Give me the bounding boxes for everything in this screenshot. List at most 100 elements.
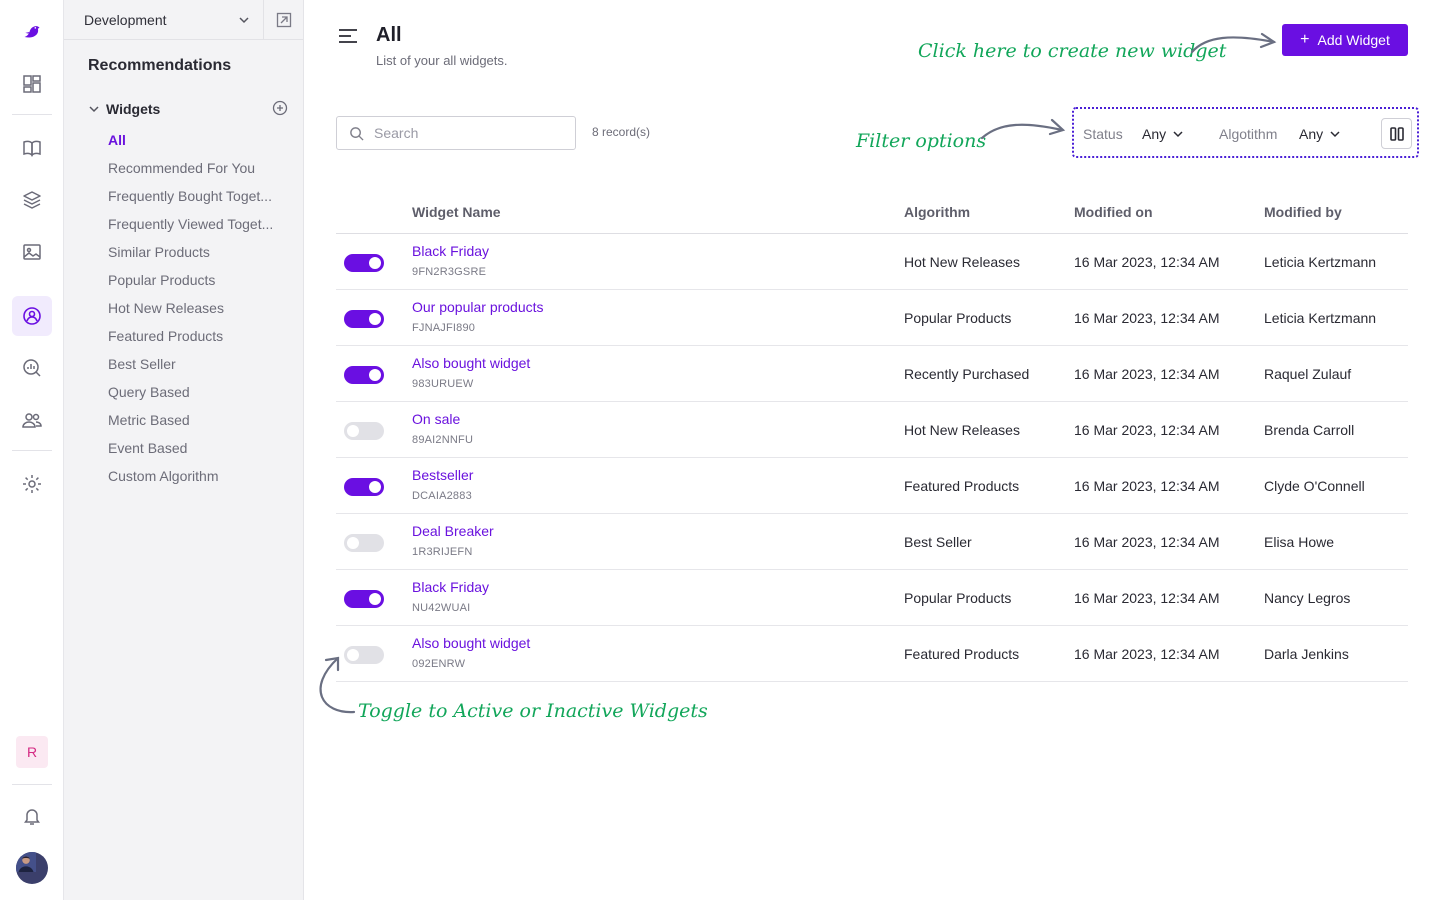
column-header-widget-name[interactable]: Widget Name	[412, 204, 501, 220]
workspace-avatar[interactable]: R	[16, 736, 48, 768]
chevron-down-icon	[1330, 131, 1340, 138]
environment-bar: Development	[64, 0, 303, 40]
environment-select[interactable]: Development	[64, 0, 264, 40]
rail-divider	[12, 784, 52, 785]
sidebar-item[interactable]: Event Based	[108, 436, 292, 464]
toggle-knob	[369, 369, 381, 381]
widget-name-link[interactable]: Also bought widget	[412, 635, 530, 651]
widget-name-link[interactable]: Deal Breaker	[412, 523, 494, 539]
widget-name-link[interactable]: Black Friday	[412, 579, 489, 595]
bird-logo-icon[interactable]	[12, 12, 52, 52]
widget-id: 9FN2R3GSRE	[412, 266, 487, 278]
search-box[interactable]	[336, 116, 576, 150]
toggle-knob	[347, 425, 359, 437]
widgets-table: Widget Name Algorithm Modified on Modifi…	[336, 194, 1408, 682]
active-toggle[interactable]	[344, 254, 384, 272]
toggle-annotation: Toggle to Active or Inactive Widgets	[358, 700, 708, 722]
algorithm-filter-select[interactable]: Any	[1299, 126, 1341, 142]
search-input[interactable]	[374, 125, 564, 141]
annotation-arrow	[319, 656, 356, 714]
status-filter-select[interactable]: Any	[1142, 126, 1184, 142]
active-toggle[interactable]	[344, 366, 384, 384]
widget-algorithm: Featured Products	[904, 646, 1020, 662]
widgets-group-toggle[interactable]: Widgets	[88, 98, 288, 120]
main-content: All List of your all widgets. Click here…	[304, 0, 1440, 900]
image-icon[interactable]	[12, 232, 52, 272]
bell-icon[interactable]	[12, 796, 52, 836]
widget-modified-by: Nancy Legros	[1264, 590, 1351, 606]
add-circle-icon[interactable]	[272, 100, 288, 116]
sidebar-item[interactable]: All	[108, 128, 292, 156]
filter-annotation: Filter options	[856, 130, 987, 152]
menu-icon[interactable]	[338, 28, 358, 44]
widget-modified-on: 16 Mar 2023, 12:34 AM	[1074, 310, 1220, 326]
column-header-modified-on[interactable]: Modified on	[1074, 204, 1153, 220]
chevron-down-icon	[239, 17, 249, 24]
table-row: Deal Breaker 1R3RIJEFN Best Seller 16 Mar 2…	[336, 514, 1408, 570]
sidebar-item[interactable]: Popular Products	[108, 268, 292, 296]
analytics-icon[interactable]	[12, 348, 52, 388]
algorithm-filter-label: Algotithm	[1219, 126, 1278, 142]
sidebar-item[interactable]: Query Based	[108, 380, 292, 408]
open-external-button[interactable]	[264, 0, 303, 40]
active-toggle[interactable]	[344, 534, 384, 552]
sidebar-item[interactable]: Frequently Viewed Toget...	[108, 212, 292, 240]
rail-divider	[12, 114, 52, 115]
record-count: 8 record(s)	[592, 125, 651, 139]
widget-modified-by: Darla Jenkins	[1264, 646, 1349, 662]
sidebar-item[interactable]: Recommended For You	[108, 156, 292, 184]
widget-id: FJNAJFI890	[412, 322, 476, 334]
add-widget-label: Add Widget	[1317, 32, 1390, 48]
table-row: Also bought widget 092ENRW Featured Produc…	[336, 626, 1408, 682]
widget-id: 092ENRW	[412, 658, 466, 670]
widget-modified-on: 16 Mar 2023, 12:34 AM	[1074, 478, 1220, 494]
widget-category-list: All Recommended For You Frequently Bought …	[108, 128, 292, 492]
widget-algorithm: Best Seller	[904, 534, 972, 550]
dashboard-icon[interactable]	[12, 64, 52, 104]
widget-name-link[interactable]: Also bought widget	[412, 355, 530, 371]
active-toggle[interactable]	[344, 478, 384, 496]
widget-modified-by: Leticia Kertzmann	[1264, 310, 1377, 326]
environment-label: Development	[84, 12, 167, 28]
toggle-knob	[369, 593, 381, 605]
columns-button[interactable]	[1381, 118, 1412, 149]
user-avatar[interactable]	[16, 852, 48, 884]
widget-name-link[interactable]: On sale	[412, 411, 460, 427]
widget-algorithm: Hot New Releases	[904, 422, 1020, 438]
rail-divider	[12, 450, 52, 451]
settings-icon[interactable]	[12, 464, 52, 504]
sidebar-item[interactable]: Metric Based	[108, 408, 292, 436]
toggle-knob	[347, 537, 359, 549]
recommendations-icon[interactable]	[12, 296, 52, 336]
widget-id: DCAIA2883	[412, 490, 472, 502]
sidebar-item[interactable]: Custom Algorithm	[108, 464, 292, 492]
sidebar-item[interactable]: Best Seller	[108, 352, 292, 380]
page-subtitle: List of your all widgets.	[376, 53, 508, 68]
active-toggle[interactable]	[344, 310, 384, 328]
sidebar-item[interactable]: Similar Products	[108, 240, 292, 268]
chevron-down-icon	[1173, 131, 1183, 138]
table-header: Widget Name Algorithm Modified on Modifi…	[336, 194, 1408, 234]
sidebar-item[interactable]: Hot New Releases	[108, 296, 292, 324]
status-filter-label: Status	[1083, 126, 1123, 142]
widget-name-link[interactable]: Our popular products	[412, 299, 544, 315]
add-widget-button[interactable]: + Add Widget	[1282, 24, 1408, 56]
column-header-modified-by[interactable]: Modified by	[1264, 204, 1342, 220]
sidebar-item[interactable]: Featured Products	[108, 324, 292, 352]
widgets-group-label: Widgets	[106, 101, 161, 117]
table-row: On sale 89AI2NNFU Hot New Releases 16 Mar 2…	[336, 402, 1408, 458]
widget-name-link[interactable]: Black Friday	[412, 243, 489, 259]
book-icon[interactable]	[12, 128, 52, 168]
annotation-arrow	[1190, 32, 1277, 54]
active-toggle[interactable]	[344, 422, 384, 440]
status-filter-value: Any	[1142, 126, 1167, 142]
widget-id: 89AI2NNFU	[412, 434, 474, 446]
column-header-algorithm[interactable]: Algorithm	[904, 204, 970, 220]
table-row: Bestseller DCAIA2883 Featured Products 16 M…	[336, 458, 1408, 514]
widget-modified-on: 16 Mar 2023, 12:34 AM	[1074, 366, 1220, 382]
sidebar-item[interactable]: Frequently Bought Toget...	[108, 184, 292, 212]
layers-icon[interactable]	[12, 180, 52, 220]
users-icon[interactable]	[12, 400, 52, 440]
active-toggle[interactable]	[344, 590, 384, 608]
widget-name-link[interactable]: Bestseller	[412, 467, 473, 483]
